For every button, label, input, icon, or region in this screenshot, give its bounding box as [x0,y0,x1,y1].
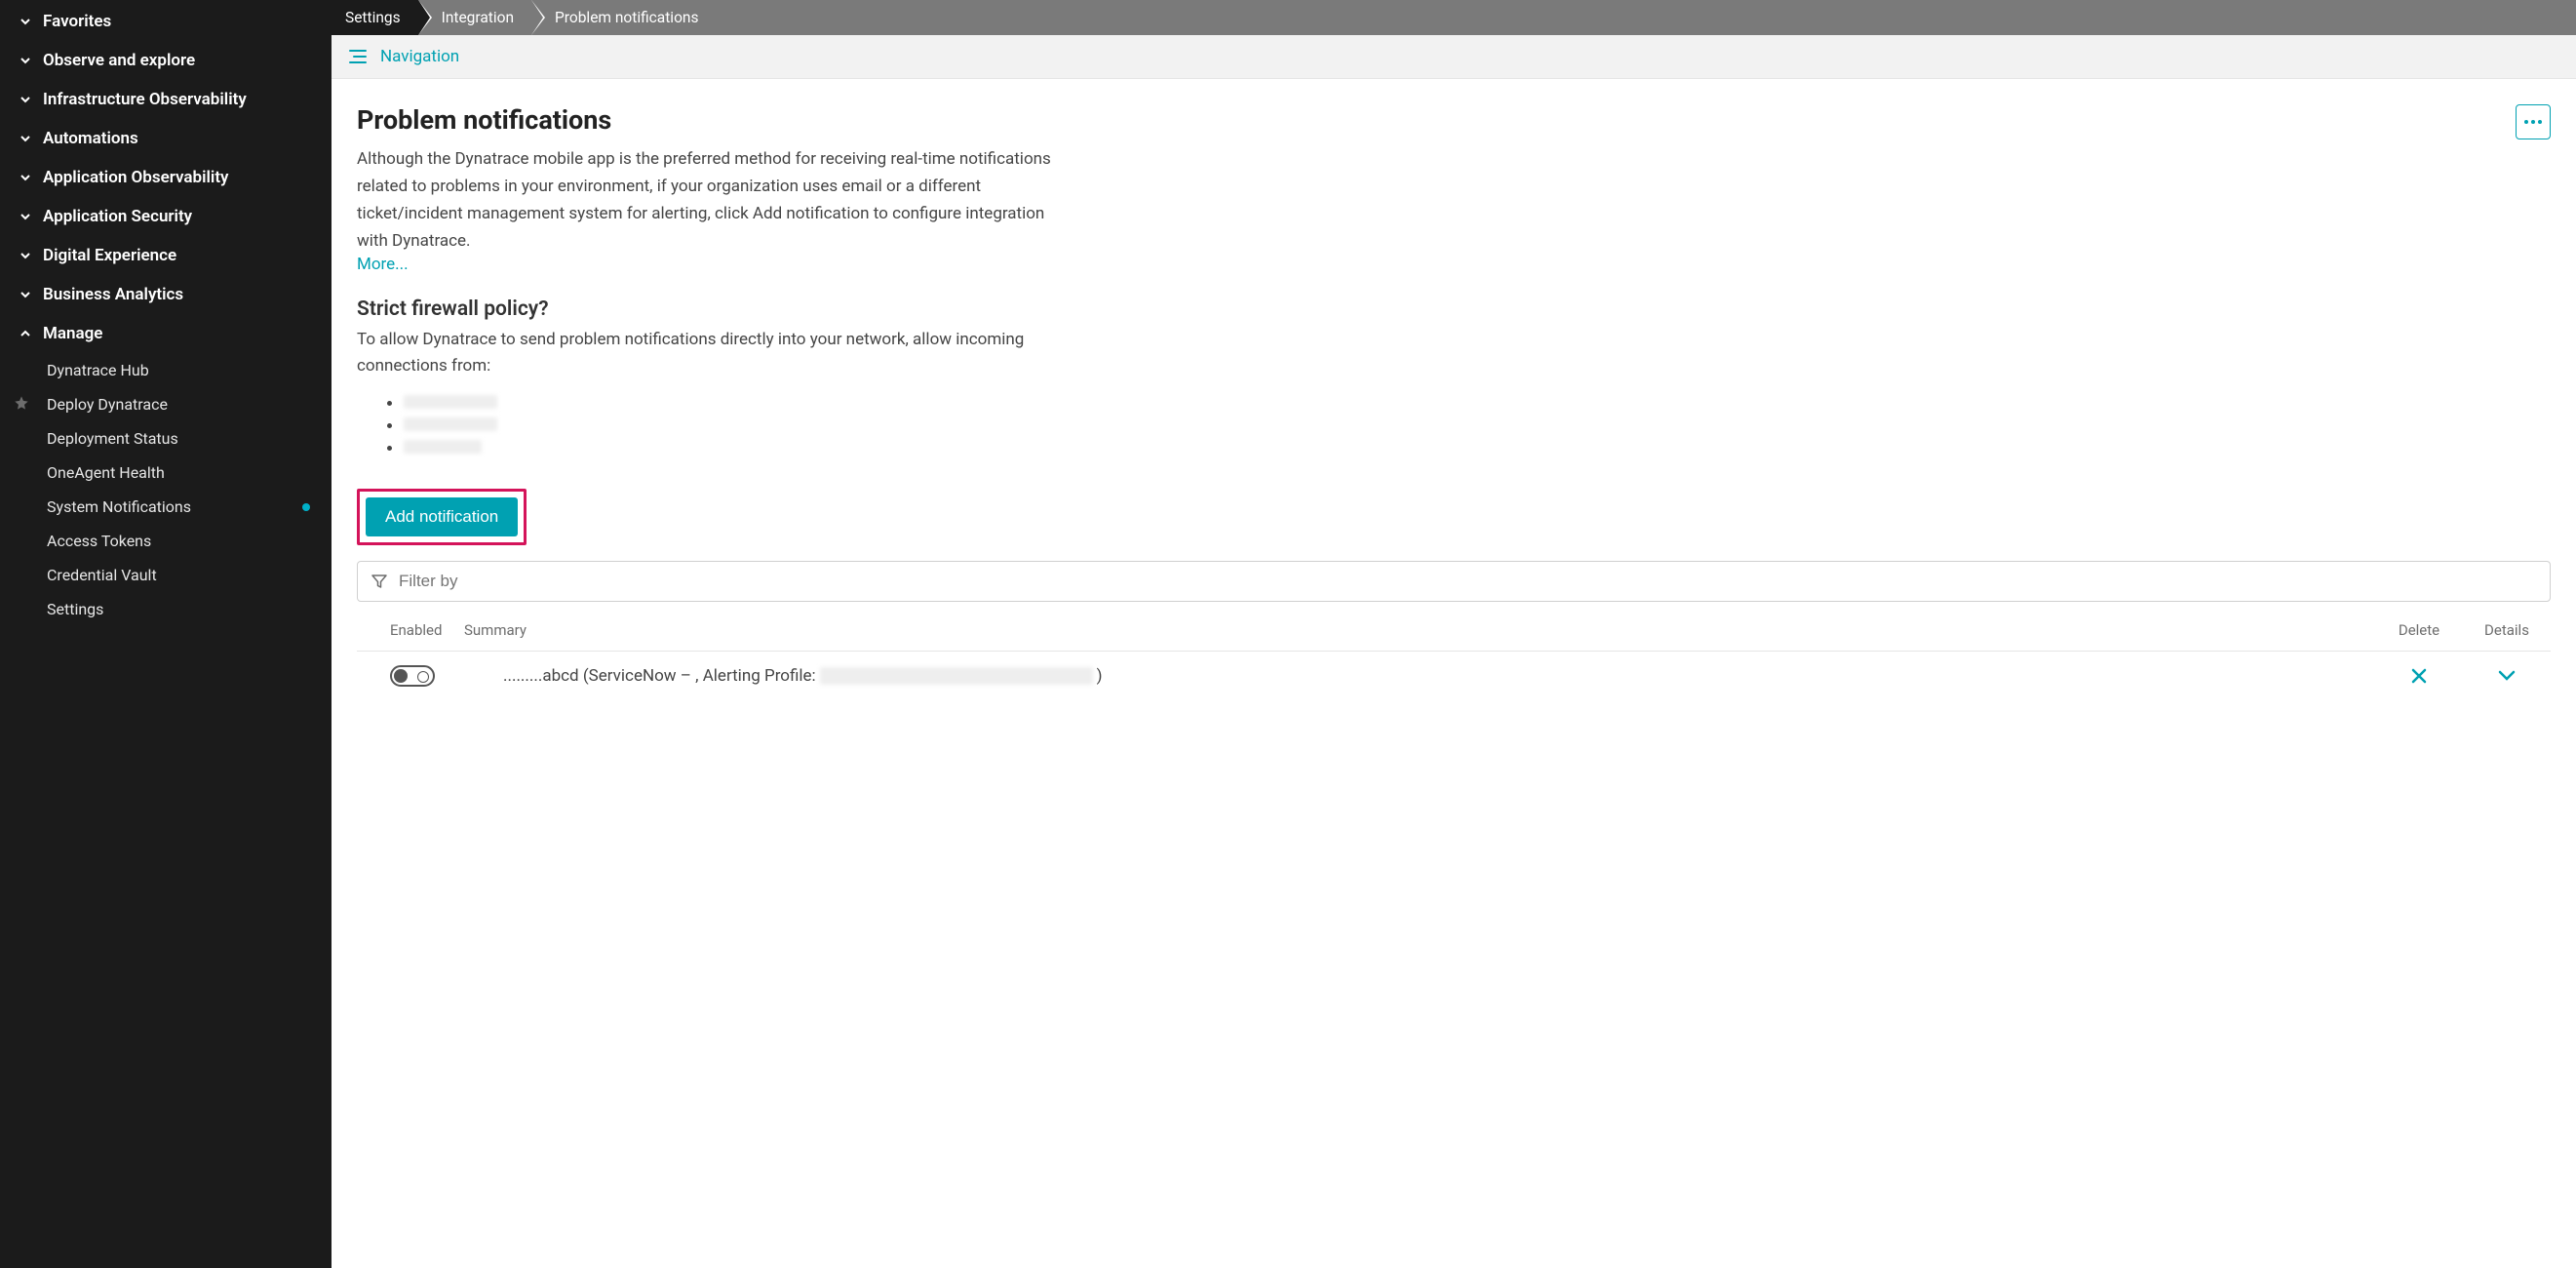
chevron-down-icon [16,211,35,222]
sidebar-section-label: Infrastructure Observability [43,90,247,109]
ip-item [404,439,2551,457]
sidebar-item-dynatrace-hub[interactable]: Dynatrace Hub [0,353,332,387]
breadcrumb-integration[interactable]: Integration [418,0,531,35]
add-notification-highlight: Add notification [357,489,527,545]
redacted-text [404,440,482,454]
add-notification-button[interactable]: Add notification [366,497,518,536]
breadcrumb-settings[interactable]: Settings [332,0,418,35]
sidebar-item-label: Deployment Status [47,429,178,448]
sidebar-section-automations[interactable]: Automations [0,119,332,158]
sidebar-section-label: Application Observability [43,168,229,187]
filter-icon [371,574,387,589]
sidebar-item-deployment-status[interactable]: Deployment Status [0,421,332,456]
sidebar-section-infrastructure[interactable]: Infrastructure Observability [0,80,332,119]
main: Settings Integration Problem notificatio… [332,0,2576,1268]
sidebar: Favorites Observe and explore Infrastruc… [0,0,332,1268]
sidebar-item-label: Settings [47,600,103,618]
sidebar-section-label: Digital Experience [43,246,176,265]
breadcrumb-label: Problem notifications [555,9,698,26]
sidebar-item-label: OneAgent Health [47,463,165,482]
filter-bar[interactable] [357,561,2551,602]
th-enabled: Enabled [357,621,464,639]
sidebar-item-label: Credential Vault [47,566,157,584]
breadcrumb-label: Settings [345,9,401,26]
sidebar-section-digital-experience[interactable]: Digital Experience [0,236,332,275]
chevron-down-icon [16,55,35,66]
sidebar-item-system-notifications[interactable]: System Notifications [0,490,332,524]
sidebar-section-label: Business Analytics [43,285,183,304]
sidebar-item-label: Dynatrace Hub [47,361,149,379]
ellipsis-icon [2524,120,2542,124]
redacted-text [820,667,1093,685]
chevron-down-icon [16,172,35,183]
table-row: .........abcd (ServiceNow – , Alerting P… [357,652,2551,700]
ip-item [404,416,2551,435]
sidebar-section-app-observability[interactable]: Application Observability [0,158,332,197]
sidebar-section-observe[interactable]: Observe and explore [0,41,332,80]
sidebar-section-label: Automations [43,129,138,148]
sidebar-item-access-tokens[interactable]: Access Tokens [0,524,332,558]
sidebar-section-label: Favorites [43,12,111,31]
sidebar-section-manage[interactable]: Manage [0,314,332,353]
details-button[interactable] [2463,670,2551,682]
chevron-down-icon [16,250,35,261]
breadcrumb: Settings Integration Problem notificatio… [332,0,2576,35]
sidebar-section-app-security[interactable]: Application Security [0,197,332,236]
chevron-down-icon [2498,670,2516,682]
page-title: Problem notifications [357,104,2516,136]
chevron-down-icon [16,16,35,27]
sidebar-item-label: Deploy Dynatrace [47,395,168,414]
sidebar-item-credential-vault[interactable]: Credential Vault [0,558,332,592]
sidebar-section-business-analytics[interactable]: Business Analytics [0,275,332,314]
redacted-text [404,395,497,409]
notification-dot-icon [302,503,310,511]
summary-prefix: .........abcd (ServiceNow – , Alerting P… [503,666,816,686]
more-link[interactable]: More... [357,255,409,274]
row-summary: .........abcd (ServiceNow – , Alerting P… [464,666,2375,686]
sidebar-section-label: Observe and explore [43,51,195,70]
enabled-toggle[interactable] [390,665,435,687]
sidebar-item-label: Access Tokens [47,532,151,550]
summary-suffix: ) [1097,666,1103,686]
th-details: Details [2463,621,2551,639]
navigation-bar[interactable]: Navigation [332,35,2576,79]
close-icon [2410,667,2428,685]
chevron-up-icon [16,328,35,339]
breadcrumb-label: Integration [442,9,514,26]
navigation-icon [349,49,367,64]
th-summary: Summary [464,621,2375,639]
redacted-text [404,417,497,431]
delete-button[interactable] [2375,667,2463,685]
star-icon [14,395,29,415]
ip-item [404,394,2551,413]
chevron-down-icon [16,94,35,105]
content: Problem notifications Although the Dynat… [332,79,2576,1268]
page-description: Although the Dynatrace mobile app is the… [357,145,1078,255]
chevron-down-icon [16,289,35,300]
sidebar-section-favorites[interactable]: Favorites [0,2,332,41]
th-delete: Delete [2375,621,2463,639]
sidebar-section-label: Application Security [43,207,192,226]
firewall-heading: Strict firewall policy? [357,297,2551,321]
more-actions-button[interactable] [2516,104,2551,139]
firewall-text: To allow Dynatrace to send problem notif… [357,327,1117,379]
ip-list [404,394,2551,457]
sidebar-item-settings[interactable]: Settings [0,592,332,626]
chevron-down-icon [16,133,35,144]
sidebar-section-label: Manage [43,324,102,343]
navigation-label: Navigation [380,47,459,66]
sidebar-item-label: System Notifications [47,497,191,516]
sidebar-item-oneagent-health[interactable]: OneAgent Health [0,456,332,490]
sidebar-item-deploy-dynatrace[interactable]: Deploy Dynatrace [0,387,332,421]
filter-input[interactable] [399,572,2536,591]
table-header: Enabled Summary Delete Details [357,602,2551,652]
breadcrumb-problem-notifications[interactable]: Problem notifications [531,0,716,35]
